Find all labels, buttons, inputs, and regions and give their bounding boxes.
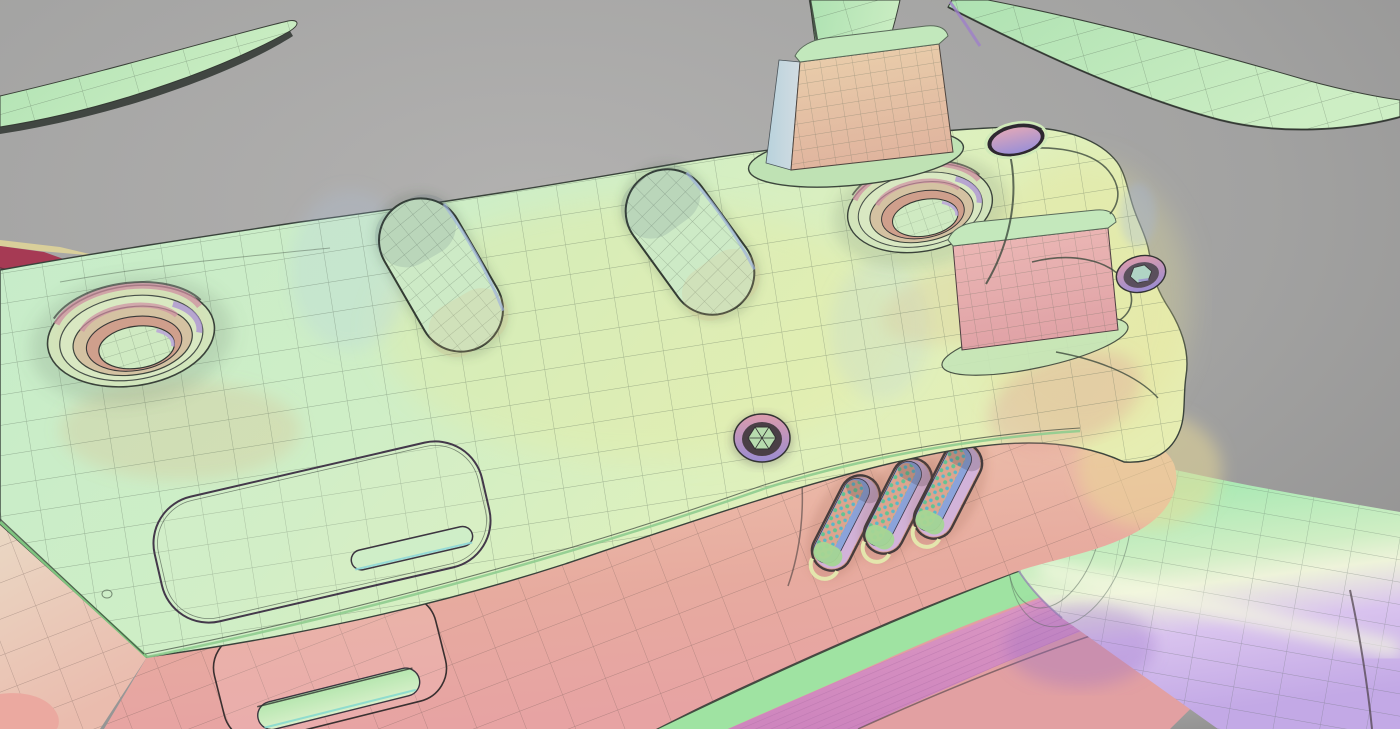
3d-viewport[interactable] <box>0 0 1400 729</box>
render-canvas[interactable] <box>0 0 1400 729</box>
hex-screw-front <box>730 413 794 467</box>
